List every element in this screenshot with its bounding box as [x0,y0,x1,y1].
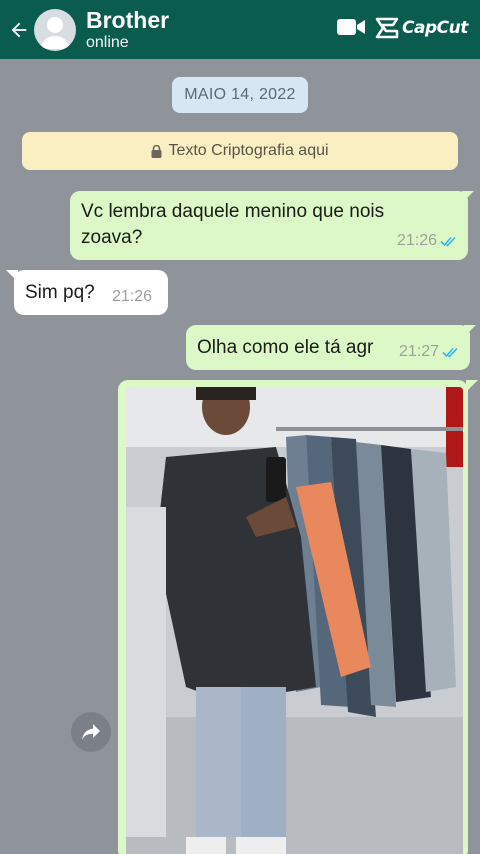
encryption-notice[interactable]: Texto Criptografia aqui [22,132,458,170]
default-avatar-icon [40,16,70,49]
read-receipt-icon [440,236,456,247]
message-time: 21:26 [396,232,437,249]
video-call-icon [337,19,365,35]
arrow-left-icon [11,22,27,37]
message-text-line: Vc lembra daquele menino que nois [81,201,385,222]
message-bubble-outgoing[interactable]: Olha como ele tá agr 21:27 [186,325,470,370]
contact-status: online [86,33,129,51]
capcut-watermark: CapCut [374,16,468,40]
message-text: Olha como ele tá agr [197,337,374,358]
message-time: 21:26 [112,288,153,305]
video-call-button[interactable] [337,17,365,42]
forward-button[interactable] [71,712,111,752]
contact-name: Brother [86,6,170,33]
capcut-text: CapCut [402,18,468,38]
capcut-logo-icon [375,17,399,39]
avatar[interactable] [34,8,76,51]
read-receipt-icon [442,347,458,358]
message-bubble-incoming[interactable]: Sim pq? 21:26 [14,270,168,315]
forward-icon [82,724,100,740]
chat-header: Brother online CapCut [0,0,480,59]
message-text-line: zoava? [81,227,143,248]
message-text: Sim pq? [25,282,95,303]
date-separator: MAIO 14, 2022 [172,77,308,113]
lock-icon [151,144,162,158]
encryption-text: Texto Criptografia aqui [168,142,329,159]
message-time: 21:27 [398,343,439,360]
image-message-photo[interactable] [126,387,463,854]
contact-info[interactable]: Brother online [86,7,169,53]
message-bubble-outgoing[interactable]: Vc lembra daquele menino que nois zoava?… [70,191,468,260]
photo-image [126,387,463,854]
back-button[interactable] [2,0,36,59]
